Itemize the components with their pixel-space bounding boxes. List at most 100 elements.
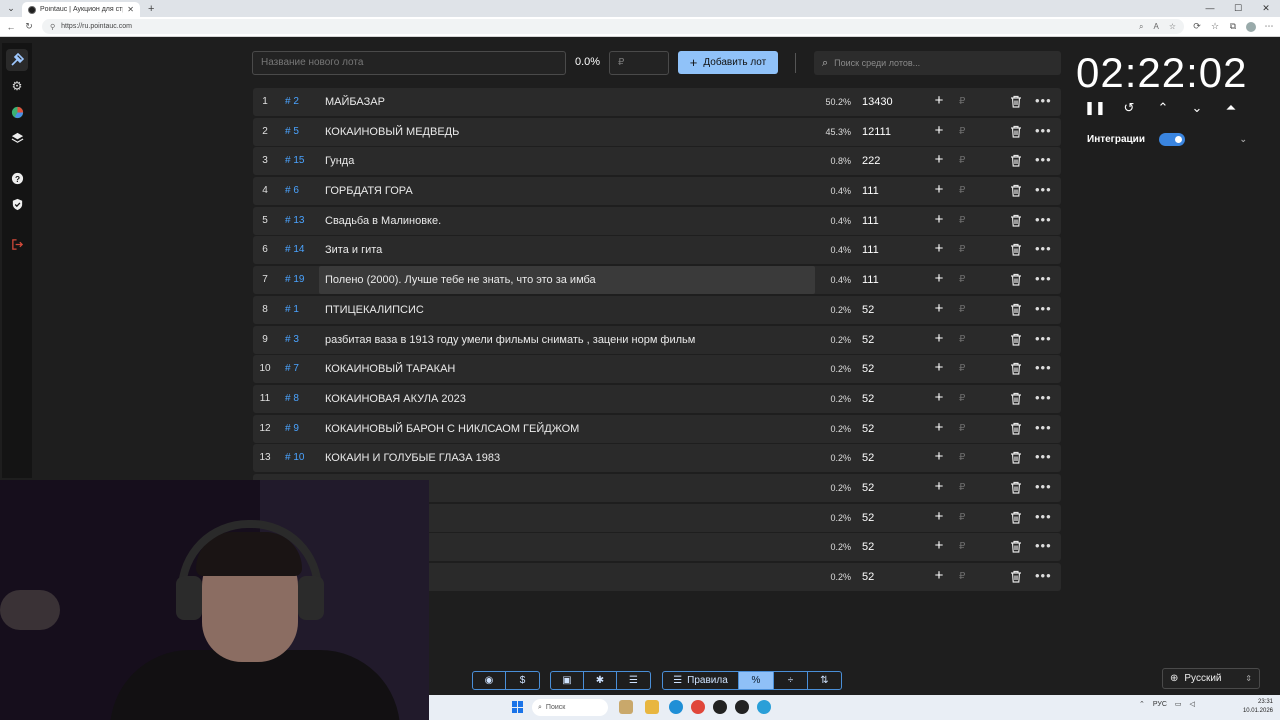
lot-id[interactable]: # 9 — [285, 423, 299, 434]
donate-dollar-icon[interactable]: $ — [506, 672, 539, 689]
ruble-icon[interactable]: ₽ — [959, 363, 965, 374]
browser-menu-icon[interactable]: ⋯ — [1264, 21, 1274, 32]
close-tab-icon[interactable]: ✕ — [127, 5, 134, 14]
lot-amount[interactable]: 52 — [862, 541, 874, 553]
file-explorer-icon[interactable] — [645, 700, 659, 714]
more-options-icon[interactable]: ••• — [1035, 271, 1052, 286]
trash-icon[interactable] — [1010, 333, 1022, 346]
obs-icon[interactable] — [713, 700, 727, 714]
lot-row[interactable]: 2 # 5 КОКАИНОВЫЙ МЕДВЕДЬ 45.3% 12111 + ₽ ••• — [253, 117, 1061, 146]
trash-icon[interactable] — [1010, 154, 1022, 167]
trash-icon[interactable] — [1010, 392, 1022, 405]
add-amount-icon[interactable]: + — [932, 300, 946, 317]
lot-name[interactable]: КОКАИНОВЫЙ ТАРАКАН — [319, 355, 809, 383]
more-options-icon[interactable]: ••• — [1035, 331, 1052, 346]
add-amount-icon[interactable]: + — [932, 241, 946, 257]
lot-row[interactable]: 6 # 14 Зита и гита 0.4% 111 + ₽ ••• — [253, 236, 1061, 265]
chrome-icon[interactable] — [691, 700, 705, 714]
lot-name[interactable]: Свадьба в Малиновке. — [319, 207, 809, 235]
lot-amount[interactable]: 111 — [862, 244, 879, 256]
lot-row[interactable]: 12 # 9 КОКАИНОВЫЙ БАРОН С НИКЛСАОМ ГЕЙДЖОМ… — [253, 414, 1061, 443]
lot-amount[interactable]: 52 — [862, 363, 874, 375]
more-options-icon[interactable]: ••• — [1035, 568, 1052, 583]
lot-row[interactable]: 8 # 1 ПТИЦЕКАЛИПСИС 0.2% 52 + ₽ ••• — [253, 295, 1061, 324]
add-amount-icon[interactable]: + — [932, 538, 946, 554]
more-options-icon[interactable]: ••• — [1035, 301, 1052, 316]
logout-icon[interactable] — [6, 233, 28, 255]
minimize-icon[interactable]: — — [1196, 0, 1224, 17]
lot-row[interactable]: 13 # 10 КОКАИН И ГОЛУБЫЕ ГЛАЗА 1983 0.2% 52 +… — [253, 444, 1061, 473]
trash-icon[interactable] — [1010, 570, 1022, 583]
ruble-icon[interactable]: ₽ — [959, 393, 965, 404]
ruble-icon[interactable]: ₽ — [959, 512, 965, 523]
lot-id[interactable]: # 7 — [285, 363, 299, 374]
lot-amount[interactable]: 111 — [862, 185, 879, 197]
taskbar-clock[interactable]: 23:31 10.01.2026 — [1239, 698, 1273, 716]
ruble-icon[interactable]: ₽ — [959, 185, 965, 196]
lot-amount[interactable]: 52 — [862, 423, 874, 435]
reset-icon[interactable]: ↺ — [1119, 99, 1139, 117]
more-options-icon[interactable]: ••• — [1035, 420, 1052, 435]
shield-check-icon[interactable] — [6, 193, 28, 215]
lot-name[interactable]: Зита и гита — [319, 236, 809, 264]
lot-amount[interactable]: 52 — [862, 393, 874, 405]
browser-tab[interactable]: Pointauc | Аукцион для стримеров ✕ — [22, 2, 140, 17]
input-language[interactable]: РУС — [1153, 701, 1167, 708]
trash-icon[interactable] — [1010, 511, 1022, 524]
split-icon[interactable]: ÷ — [774, 672, 808, 689]
close-window-icon[interactable]: ✕ — [1252, 0, 1280, 17]
lot-name[interactable]: ПТИЦЕКАЛИПСИС — [319, 296, 809, 324]
lot-amount[interactable]: 12111 — [862, 126, 891, 138]
wheel-chart-icon[interactable] — [6, 101, 28, 123]
trash-icon[interactable] — [1010, 362, 1022, 375]
trash-icon[interactable] — [1010, 273, 1022, 286]
lot-name[interactable]: разбитая ваза в 1913 году умели фильмы с… — [319, 326, 809, 354]
zoom-icon[interactable]: ⌕ — [1139, 22, 1143, 32]
taskbar-search[interactable]: ⌕ Поиск — [532, 699, 608, 716]
trash-icon[interactable] — [1010, 481, 1022, 494]
double-up-icon[interactable]: ⏶ — [1221, 99, 1241, 117]
lot-name[interactable]: КОКАИНОВЫЙ МЕДВЕДЬ — [319, 118, 809, 146]
telegram-icon[interactable] — [757, 700, 771, 714]
sort-icon[interactable]: ⇅ — [808, 672, 841, 689]
ruble-icon[interactable]: ₽ — [959, 215, 965, 226]
lot-id[interactable]: # 15 — [285, 155, 304, 166]
lot-row[interactable]: 10 # 7 КОКАИНОВЫЙ ТАРАКАН 0.2% 52 + ₽ ••• — [253, 355, 1061, 384]
add-amount-icon[interactable]: + — [932, 449, 946, 465]
lot-amount[interactable]: 111 — [862, 215, 879, 227]
add-amount-icon[interactable]: + — [932, 152, 946, 168]
add-amount-icon[interactable]: + — [932, 389, 946, 406]
ruble-icon[interactable]: ₽ — [959, 571, 965, 582]
profile-avatar[interactable] — [1246, 21, 1256, 32]
lot-amount[interactable]: 52 — [862, 571, 874, 583]
ruble-icon[interactable]: ₽ — [959, 126, 965, 137]
collections-icon[interactable]: ⧉ — [1228, 21, 1238, 32]
trash-icon[interactable] — [1010, 540, 1022, 553]
refresh-extension-icon[interactable]: ⟳ — [1192, 21, 1202, 32]
maximize-icon[interactable]: ☐ — [1224, 0, 1252, 17]
lot-row[interactable]: 3 # 15 Гунда 0.8% 222 + ₽ ••• — [253, 147, 1061, 176]
lot-id[interactable]: # 5 — [285, 126, 299, 137]
add-amount-icon[interactable]: + — [932, 211, 946, 228]
windows-start-icon[interactable] — [512, 701, 524, 713]
trash-icon[interactable] — [1010, 422, 1022, 435]
more-options-icon[interactable]: ••• — [1035, 390, 1052, 405]
language-select[interactable]: ⊕ Русский ⇕ — [1162, 668, 1260, 689]
url-field[interactable]: ⚲ https://ru.pointauc.com ⌕ A ☆ — [42, 19, 1184, 34]
tray-chevron-icon[interactable]: ⌃ — [1139, 700, 1145, 708]
auction-gavel-icon[interactable] — [6, 49, 28, 71]
more-options-icon[interactable]: ••• — [1035, 479, 1052, 494]
favorites-bar-icon[interactable]: ☆ — [1210, 21, 1220, 32]
lot-row[interactable]: 11 # 8 КОКАИНОВАЯ АКУЛА 2023 0.2% 52 + ₽ ••• — [253, 384, 1061, 413]
read-aloud-icon[interactable]: A — [1153, 22, 1158, 32]
add-lot-button[interactable]: + Добавить лот — [678, 51, 778, 74]
new-lot-amount-input[interactable]: ₽ — [609, 51, 669, 75]
more-options-icon[interactable]: ••• — [1035, 538, 1052, 553]
reload-icon[interactable]: ↻ — [24, 21, 34, 32]
lot-amount[interactable]: 13430 — [862, 96, 893, 108]
trash-icon[interactable] — [1010, 214, 1022, 227]
layers-icon[interactable] — [6, 127, 28, 149]
trash-icon[interactable] — [1010, 451, 1022, 464]
save-icon[interactable]: ▣ — [551, 672, 584, 689]
lot-name[interactable]: Гунда — [319, 147, 809, 175]
